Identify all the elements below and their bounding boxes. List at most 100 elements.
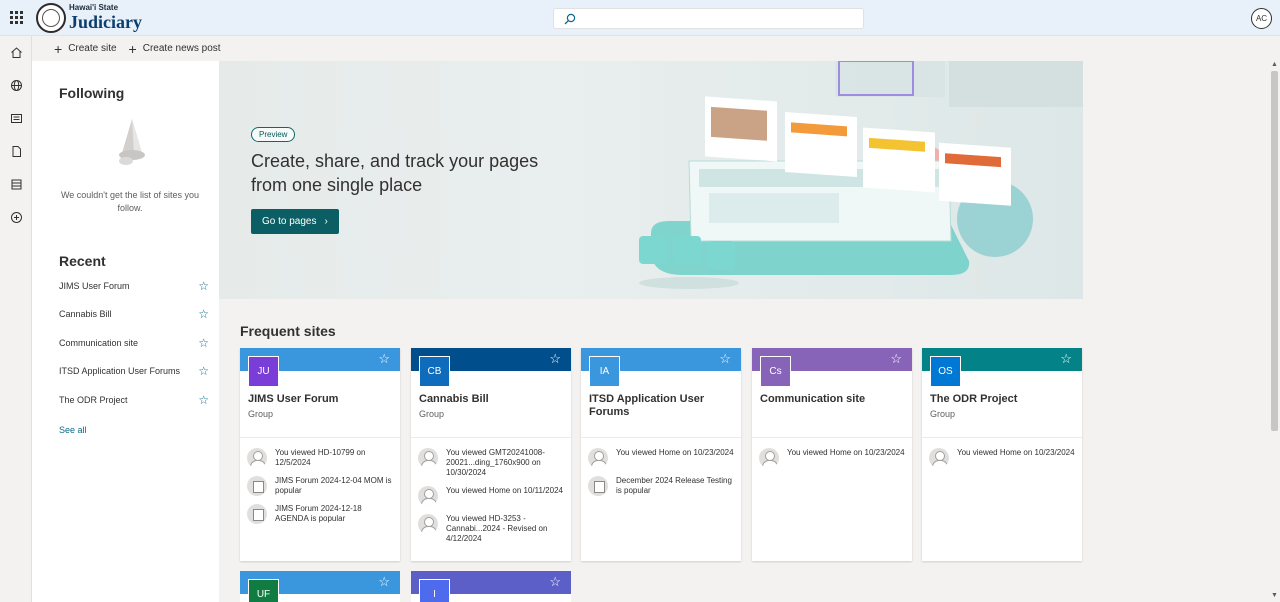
activity-item[interactable]: You viewed Home on 10/23/2024	[929, 448, 1079, 468]
star-icon[interactable]: ☆	[549, 352, 561, 365]
activity-item[interactable]: You viewed Home on 10/23/2024	[759, 448, 909, 468]
app-launcher-button[interactable]	[0, 0, 32, 36]
site-logo-tile: OS	[930, 356, 961, 387]
site-name[interactable]: Cannabis Bill	[419, 393, 567, 406]
go-to-pages-button[interactable]: Go to pages ›	[251, 209, 339, 234]
star-icon[interactable]: ☆	[378, 352, 390, 365]
site-card[interactable]: ☆ OS The ODR Project Group You viewed Home …	[922, 348, 1082, 561]
scroll-up-icon[interactable]: ▲	[1271, 61, 1278, 68]
site-name[interactable]: The ODR Project	[930, 393, 1078, 406]
activity-text: JIMS Forum 2024-12-04 MOM is popular	[275, 476, 392, 495]
activity-item[interactable]: You viewed Home on 10/23/2024	[588, 448, 738, 468]
hero-illustration	[639, 61, 1083, 289]
divider	[240, 437, 400, 438]
recent-heading: Recent	[59, 253, 106, 269]
left-panel: Following We couldn't get the list of si…	[32, 61, 219, 602]
person-icon	[759, 448, 779, 468]
star-icon[interactable]: ☆	[198, 307, 209, 321]
activity-text: December 2024 Release Testing is popular	[616, 476, 732, 495]
site-name[interactable]: ITSD Application User Forums	[589, 393, 737, 419]
chevron-right-icon: ›	[324, 216, 328, 227]
create-news-label: Create news post	[142, 43, 221, 54]
document-icon[interactable]	[8, 143, 24, 159]
site-card[interactable]: ☆ JU JIMS User Forum Group You viewed HD-10…	[240, 348, 400, 561]
scroll-down-icon[interactable]: ▼	[1271, 592, 1278, 599]
activity-item[interactable]: JIMS Forum 2024-12-04 MOM is popular	[247, 476, 397, 496]
recent-item-label: JIMS User Forum	[59, 281, 130, 291]
star-icon[interactable]: ☆	[890, 352, 902, 365]
activity-text: You viewed Home on 10/23/2024	[616, 448, 734, 457]
site-card[interactable]: ☆ UF	[240, 571, 400, 602]
divider	[752, 437, 912, 438]
search-box[interactable]	[553, 8, 864, 29]
activity-item[interactable]: You viewed HD-10799 on 12/5/2024	[247, 448, 397, 468]
avatar[interactable]: AC	[1251, 8, 1272, 29]
activity-item[interactable]: You viewed GMT20241008-20021...ding_1760…	[418, 448, 568, 478]
vertical-scrollbar[interactable]: ▲ ▼	[1269, 61, 1280, 602]
site-name[interactable]: Communication site	[760, 393, 908, 406]
recent-item-label: Cannabis Bill	[59, 309, 112, 319]
recent-item[interactable]: JIMS User Forum ☆	[59, 279, 209, 293]
home-icon[interactable]	[8, 44, 24, 60]
star-icon[interactable]: ☆	[1060, 352, 1072, 365]
seal-icon	[36, 2, 66, 33]
search-input[interactable]	[582, 9, 863, 28]
recent-item[interactable]: The ODR Project ☆	[59, 393, 209, 407]
activity-item[interactable]: You viewed HD-3253 - Cannabi...2024 - Re…	[418, 514, 568, 544]
star-icon[interactable]: ☆	[198, 336, 209, 350]
logo-subtitle: Hawai'i State	[69, 3, 119, 12]
activity-item[interactable]: JIMS Forum 2024-12-18 AGENDA is popular	[247, 504, 397, 524]
activity-text: You viewed GMT20241008-20021...ding_1760…	[446, 448, 545, 477]
frequent-sites-heading: Frequent sites	[240, 323, 336, 339]
document-icon	[588, 476, 608, 496]
person-icon	[418, 514, 438, 534]
star-icon[interactable]: ☆	[198, 364, 209, 378]
create-news-post-button[interactable]: + Create news post	[129, 42, 221, 56]
plus-icon: +	[54, 40, 63, 57]
star-icon[interactable]: ☆	[719, 352, 731, 365]
site-type: Group	[930, 409, 956, 419]
person-icon	[418, 486, 438, 506]
globe-icon[interactable]	[8, 77, 24, 93]
lists-icon[interactable]	[8, 176, 24, 192]
site-logo[interactable]: Hawai'i State Judiciary	[36, 0, 142, 36]
activity-text: You viewed HD-10799 on 12/5/2024	[275, 448, 366, 467]
site-card[interactable]: ☆ I	[411, 571, 571, 602]
hero-title: Create, share, and track your pages from…	[251, 151, 539, 195]
site-card[interactable]: ☆ IA ITSD Application User Forums You view…	[581, 348, 741, 561]
app-rail	[0, 36, 32, 602]
star-icon[interactable]: ☆	[549, 575, 561, 588]
activity-item[interactable]: December 2024 Release Testing is popular	[588, 476, 738, 496]
site-name[interactable]: JIMS User Forum	[248, 393, 396, 406]
site-logo-tile: IA	[589, 356, 620, 387]
site-logo-tile: JU	[248, 356, 279, 387]
recent-item[interactable]: Cannabis Bill ☆	[59, 307, 209, 321]
news-icon[interactable]	[8, 110, 24, 126]
create-site-label: Create site	[68, 43, 117, 54]
activity-text: You viewed Home on 10/23/2024	[787, 448, 905, 457]
person-icon	[929, 448, 949, 468]
waffle-icon	[9, 11, 23, 24]
site-logo-tile: UF	[248, 579, 279, 602]
recent-item[interactable]: ITSD Application User Forums ☆	[59, 364, 209, 378]
recent-item-label: ITSD Application User Forums	[59, 366, 181, 376]
person-icon	[588, 448, 608, 468]
site-type: Group	[248, 409, 274, 419]
command-bar: + Create site + Create news post	[32, 36, 1280, 61]
site-card[interactable]: ☆ CB Cannabis Bill Group You viewed GMT2024…	[411, 348, 571, 561]
activity-text: JIMS Forum 2024-12-18 AGENDA is popular	[275, 504, 362, 523]
site-card[interactable]: ☆ Cs Communication site You viewed Home on…	[752, 348, 912, 561]
activity-item[interactable]: You viewed Home on 10/11/2024	[418, 486, 568, 506]
star-icon[interactable]: ☆	[198, 393, 209, 407]
search-icon	[564, 13, 576, 24]
add-circle-icon[interactable]	[8, 209, 24, 225]
scrollbar-thumb[interactable]	[1271, 71, 1278, 431]
star-icon[interactable]: ☆	[198, 279, 209, 293]
document-icon	[247, 504, 267, 524]
create-site-button[interactable]: + Create site	[54, 42, 117, 56]
recent-item[interactable]: Communication site ☆	[59, 336, 209, 350]
star-icon[interactable]: ☆	[378, 575, 390, 588]
recent-item-label: The ODR Project	[59, 395, 128, 405]
see-all-link[interactable]: See all	[59, 425, 87, 435]
divider	[411, 437, 571, 438]
